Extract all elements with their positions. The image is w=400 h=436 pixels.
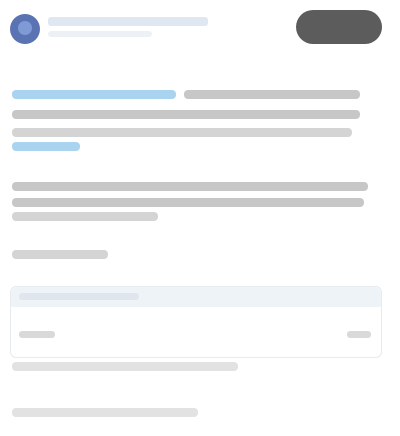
post-text-line	[12, 198, 364, 207]
post-text-line	[184, 90, 360, 99]
follow-button[interactable]	[296, 10, 382, 44]
account-name-placeholder[interactable]	[48, 17, 208, 26]
avatar-icon	[18, 21, 32, 35]
post-text-line	[12, 212, 158, 221]
header	[0, 0, 400, 62]
post-link-text[interactable]	[12, 90, 176, 99]
follow-button-label	[339, 10, 340, 11]
card-header	[11, 287, 381, 307]
footer-text-line	[12, 362, 238, 371]
card-meta-right	[347, 331, 371, 338]
page	[0, 0, 400, 436]
show-more-link[interactable]	[12, 250, 108, 259]
post-text-line	[12, 110, 360, 119]
account-subtitle-placeholder	[48, 31, 152, 37]
card-title-placeholder	[19, 293, 139, 300]
post-text-line	[12, 182, 368, 191]
post-text-line	[12, 128, 352, 137]
post-link-text[interactable]	[12, 142, 80, 151]
avatar[interactable]	[10, 14, 40, 44]
card-meta-left	[19, 331, 55, 338]
account-name	[0, 0, 1, 1]
footer-text-line	[12, 408, 198, 417]
link-card[interactable]	[10, 286, 382, 358]
